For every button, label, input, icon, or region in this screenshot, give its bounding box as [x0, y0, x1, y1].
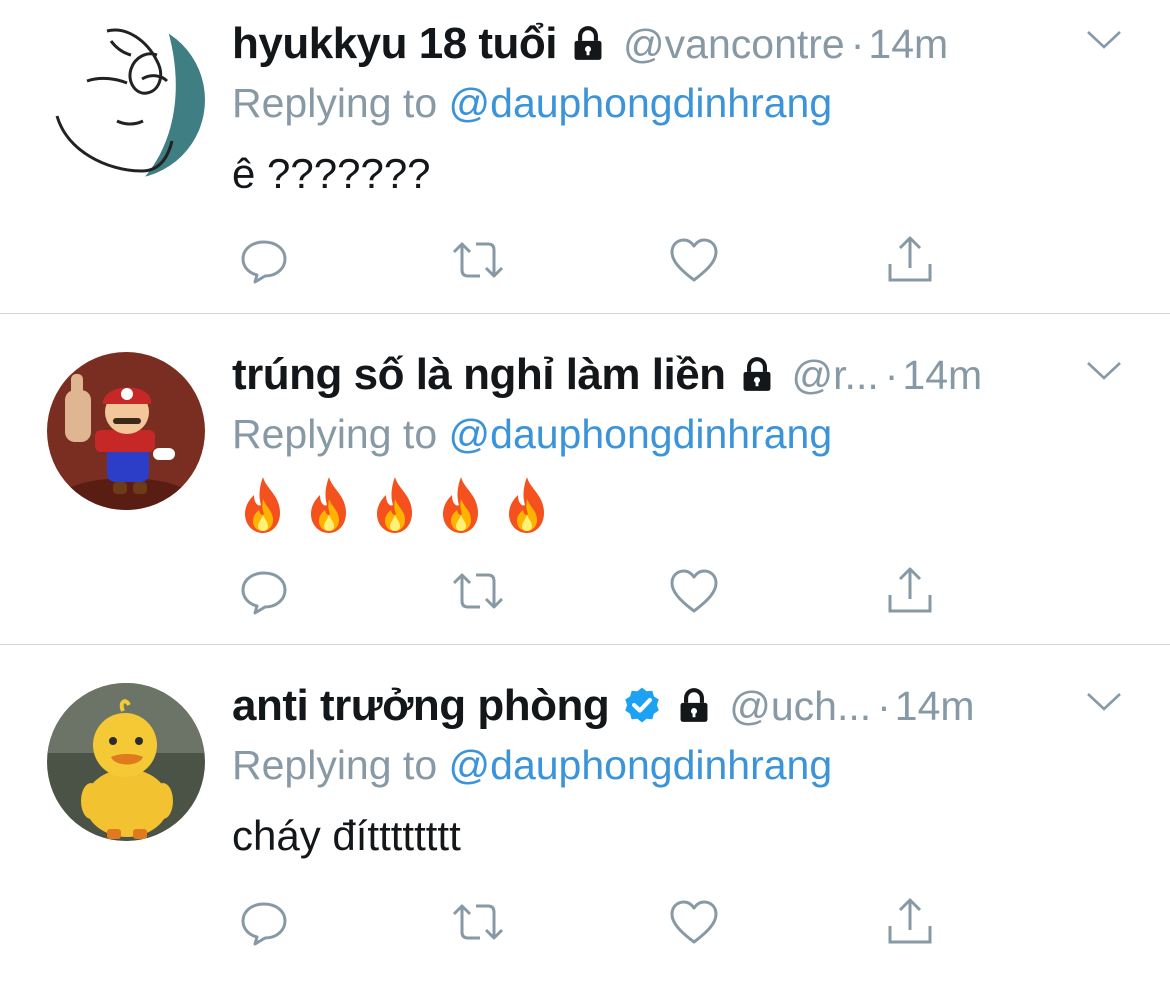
reply-icon[interactable] — [236, 563, 292, 619]
share-icon[interactable] — [882, 894, 938, 950]
user-handle[interactable]: @vancontre — [623, 21, 845, 68]
chevron-down-icon[interactable] — [1084, 690, 1124, 720]
divider — [0, 644, 1170, 645]
separator-dot: · — [884, 351, 899, 398]
share-icon[interactable] — [882, 563, 938, 619]
lock-icon — [569, 25, 607, 63]
fire-icon — [311, 477, 346, 533]
display-name[interactable]: trúng số là nghỉ làm liền — [232, 350, 726, 400]
reply-mention-link[interactable]: @dauphongdinhrang — [449, 80, 833, 126]
replying-to: Replying to @dauphongdinhrang — [232, 80, 832, 127]
verified-icon — [621, 685, 663, 727]
tweet-text — [236, 475, 566, 535]
replying-label: Replying to — [232, 411, 438, 457]
tweet[interactable]: anti trưởng phòng @uch... · 14m Replying… — [0, 662, 1170, 992]
tweet-text: ê ??????? — [232, 150, 431, 197]
chevron-down-icon[interactable] — [1084, 359, 1124, 389]
fire-icon — [377, 477, 412, 533]
divider — [0, 313, 1170, 314]
timestamp[interactable]: 14m — [868, 21, 948, 68]
reply-icon[interactable] — [236, 232, 292, 288]
replying-label: Replying to — [232, 742, 438, 788]
reply-mention-link[interactable]: @dauphongdinhrang — [449, 742, 833, 788]
tweet-actions — [236, 894, 946, 950]
lock-icon — [738, 356, 776, 394]
timestamp[interactable]: 14m — [902, 352, 982, 399]
fire-icon — [509, 477, 544, 533]
avatar[interactable] — [47, 683, 205, 841]
meme-face-avatar-icon — [47, 21, 205, 179]
user-handle[interactable]: @r... — [792, 352, 879, 399]
retweet-icon[interactable] — [450, 232, 506, 288]
lock-icon — [675, 687, 713, 725]
separator-dot: · — [850, 20, 865, 67]
reply-mention-link[interactable]: @dauphongdinhrang — [449, 411, 833, 457]
like-icon[interactable] — [666, 894, 722, 950]
retweet-icon[interactable] — [450, 563, 506, 619]
display-name[interactable]: hyukkyu 18 tuổi — [232, 19, 558, 69]
tweet-header: hyukkyu 18 tuổi @vancontre · 14m — [232, 16, 948, 72]
separator-dot: · — [877, 682, 891, 729]
tweet[interactable]: hyukkyu 18 tuổi @vancontre · 14m Replyin… — [0, 0, 1170, 330]
reply-feed: hyukkyu 18 tuổi @vancontre · 14m Replyin… — [0, 0, 1170, 964]
fire-icon — [245, 477, 280, 533]
tweet-header: anti trưởng phòng @uch... · 14m — [232, 678, 975, 734]
reply-icon[interactable] — [236, 894, 292, 950]
replying-to: Replying to @dauphongdinhrang — [232, 411, 832, 458]
mario-avatar-icon — [47, 352, 205, 510]
like-icon[interactable] — [666, 232, 722, 288]
retweet-icon[interactable] — [450, 894, 506, 950]
tweet-actions — [236, 232, 946, 288]
chevron-down-icon[interactable] — [1084, 28, 1124, 58]
fire-icon — [443, 477, 478, 533]
duck-avatar-icon — [47, 683, 205, 841]
avatar[interactable] — [47, 352, 205, 510]
replying-label: Replying to — [232, 80, 438, 126]
tweet-text: cháy đítttttttt — [232, 812, 461, 859]
replying-to: Replying to @dauphongdinhrang — [232, 742, 832, 789]
timestamp[interactable]: 14m — [895, 683, 975, 730]
like-icon[interactable] — [666, 563, 722, 619]
user-handle[interactable]: @uch... — [729, 683, 871, 730]
share-icon[interactable] — [882, 232, 938, 288]
tweet[interactable]: trúng số là nghỉ làm liền @r... · 14m Re… — [0, 331, 1170, 661]
tweet-actions — [236, 563, 946, 619]
avatar[interactable] — [47, 21, 205, 179]
tweet-header: trúng số là nghỉ làm liền @r... · 14m — [232, 347, 982, 403]
display-name[interactable]: anti trưởng phòng — [232, 681, 610, 731]
